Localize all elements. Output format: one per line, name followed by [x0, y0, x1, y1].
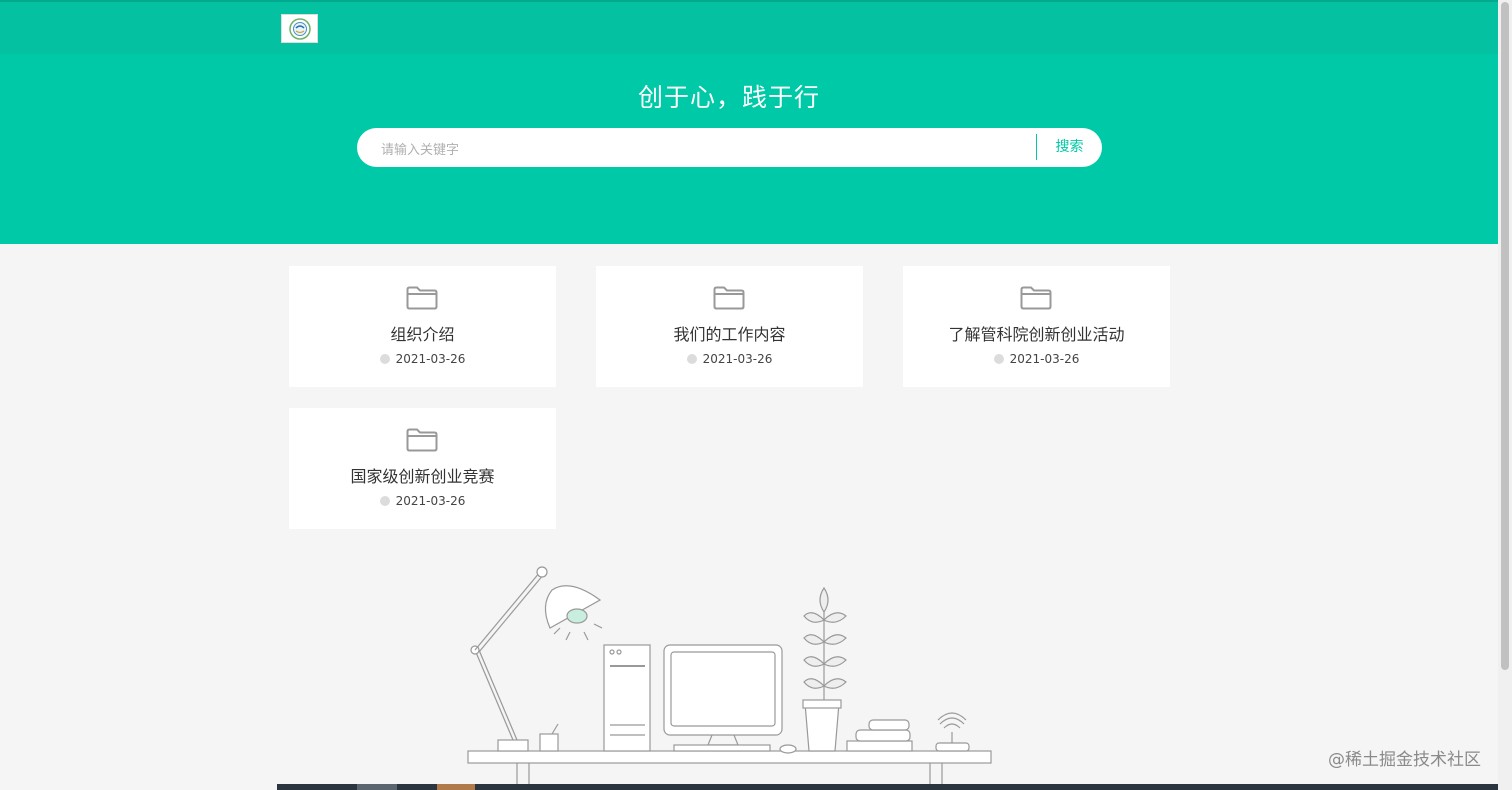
card-date-row: 2021-03-26: [289, 352, 556, 366]
card-date: 2021-03-26: [1009, 352, 1080, 366]
watermark-text: @稀土掘金技术社区: [1328, 750, 1481, 770]
card-date-row: 2021-03-26: [903, 352, 1170, 366]
page-slogan: 创于心，践于行: [637, 83, 820, 112]
folder-icon: [406, 286, 438, 310]
category-card[interactable]: 组织介绍 2021-03-26: [289, 266, 556, 387]
clock-icon: [379, 496, 390, 506]
school-emblem-icon[interactable]: [281, 14, 318, 43]
card-title[interactable]: 我们的工作内容: [596, 321, 863, 345]
hero-banner: 创于心，践于行 搜索: [0, 0, 1498, 244]
desk-illustration: [467, 566, 992, 790]
card-title[interactable]: 组织介绍: [289, 321, 556, 345]
card-date: 2021-03-26: [395, 352, 466, 366]
clock-icon: [993, 354, 1004, 364]
taskbar-app-item[interactable]: [357, 784, 397, 790]
os-taskbar: [277, 784, 1498, 790]
scrollbar-thumb[interactable]: [1501, 2, 1509, 670]
category-card[interactable]: 我们的工作内容 2021-03-26: [596, 266, 863, 387]
card-date: 2021-03-26: [395, 494, 466, 508]
clock-icon: [686, 354, 697, 364]
card-date-row: 2021-03-26: [289, 494, 556, 508]
category-card[interactable]: 国家级创新创业竞赛 2021-03-26: [289, 408, 556, 529]
folder-icon: [1020, 286, 1052, 310]
card-title[interactable]: 国家级创新创业竞赛: [289, 463, 556, 487]
search-input[interactable]: [379, 137, 1023, 161]
search-bar: 搜索: [357, 128, 1102, 167]
taskbar-app-item[interactable]: [437, 784, 475, 790]
card-date: 2021-03-26: [702, 352, 773, 366]
clock-icon: [379, 354, 390, 364]
category-card[interactable]: 了解管科院创新创业活动 2021-03-26: [903, 266, 1170, 387]
top-nav-bar: [0, 0, 1498, 54]
card-title[interactable]: 了解管科院创新创业活动: [903, 321, 1170, 345]
card-date-row: 2021-03-26: [596, 352, 863, 366]
search-button[interactable]: 搜索: [1037, 128, 1102, 167]
folder-icon: [713, 286, 745, 310]
folder-icon: [406, 428, 438, 452]
vertical-scrollbar[interactable]: [1498, 0, 1512, 790]
